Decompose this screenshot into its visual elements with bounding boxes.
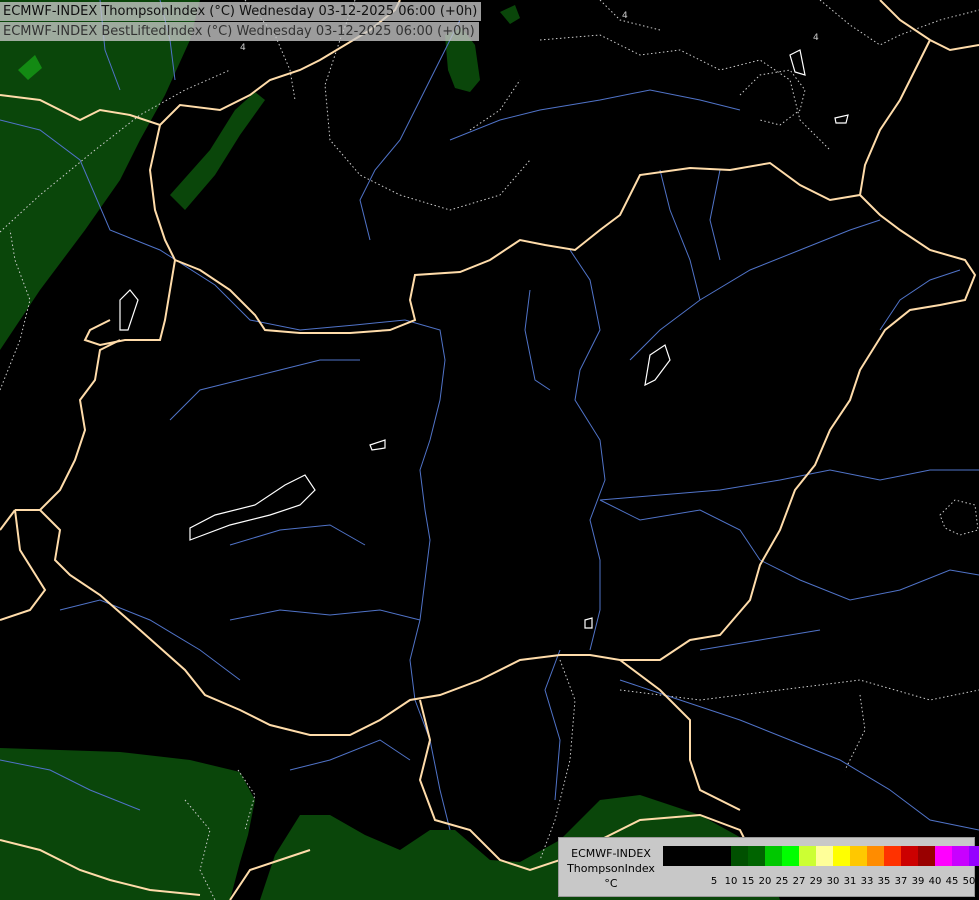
legend-swatch bbox=[680, 846, 697, 866]
legend-swatch bbox=[765, 846, 782, 866]
legend-tick: 40 bbox=[928, 876, 942, 887]
legend-swatch bbox=[731, 846, 748, 866]
legend-swatch bbox=[663, 846, 680, 866]
legend-tick: 15 bbox=[741, 876, 755, 887]
contour-label: 4 bbox=[813, 33, 819, 43]
green-area-south bbox=[0, 748, 255, 900]
legend-swatch bbox=[697, 846, 714, 866]
legend-swatch bbox=[816, 846, 833, 866]
contour-label: 4 bbox=[240, 43, 246, 53]
legend-swatch bbox=[867, 846, 884, 866]
legend-swatch bbox=[901, 846, 918, 866]
map-title-best-lifted-index: ECMWF-INDEX BestLiftedIndex (°C) Wednesd… bbox=[0, 22, 479, 41]
legend-tick: 30 bbox=[826, 876, 840, 887]
legend-swatch bbox=[935, 846, 952, 866]
legend-unit-label: °C bbox=[604, 877, 618, 890]
legend-tick: 39 bbox=[911, 876, 925, 887]
color-legend: ECMWF-INDEX ThompsonIndex °C 5 10 15 20 25 27… bbox=[558, 837, 979, 897]
legend-swatch bbox=[952, 846, 969, 866]
legend-tick: 29 bbox=[809, 876, 823, 887]
legend-tick: 31 bbox=[843, 876, 857, 887]
map-title-thompson-index: ECMWF-INDEX ThompsonIndex (°C) Wednesday… bbox=[0, 2, 482, 21]
legend-swatch bbox=[850, 846, 867, 866]
legend-tick: 5 bbox=[710, 876, 718, 887]
legend-tick: 50 bbox=[962, 876, 976, 887]
contour-label: 4 bbox=[622, 11, 628, 21]
legend-swatch bbox=[748, 846, 765, 866]
legend-swatch bbox=[799, 846, 816, 866]
legend-swatch bbox=[884, 846, 901, 866]
legend-model-label: ECMWF-INDEX bbox=[571, 847, 651, 860]
legend-tick: 27 bbox=[792, 876, 806, 887]
weather-map: 4 4 4 bbox=[0, 0, 979, 900]
legend-swatch bbox=[969, 846, 979, 866]
legend-tick: 37 bbox=[894, 876, 908, 887]
legend-tick: 45 bbox=[945, 876, 959, 887]
legend-tick: 33 bbox=[860, 876, 874, 887]
legend-tick: 25 bbox=[775, 876, 789, 887]
legend-swatch bbox=[918, 846, 935, 866]
legend-swatch bbox=[714, 846, 731, 866]
legend-tick: 20 bbox=[758, 876, 772, 887]
legend-parameter-label: ThompsonIndex bbox=[567, 862, 655, 875]
legend-tick: 35 bbox=[877, 876, 891, 887]
legend-swatch bbox=[782, 846, 799, 866]
legend-tick: 10 bbox=[724, 876, 738, 887]
legend-color-bar bbox=[663, 846, 979, 866]
legend-swatch bbox=[833, 846, 850, 866]
